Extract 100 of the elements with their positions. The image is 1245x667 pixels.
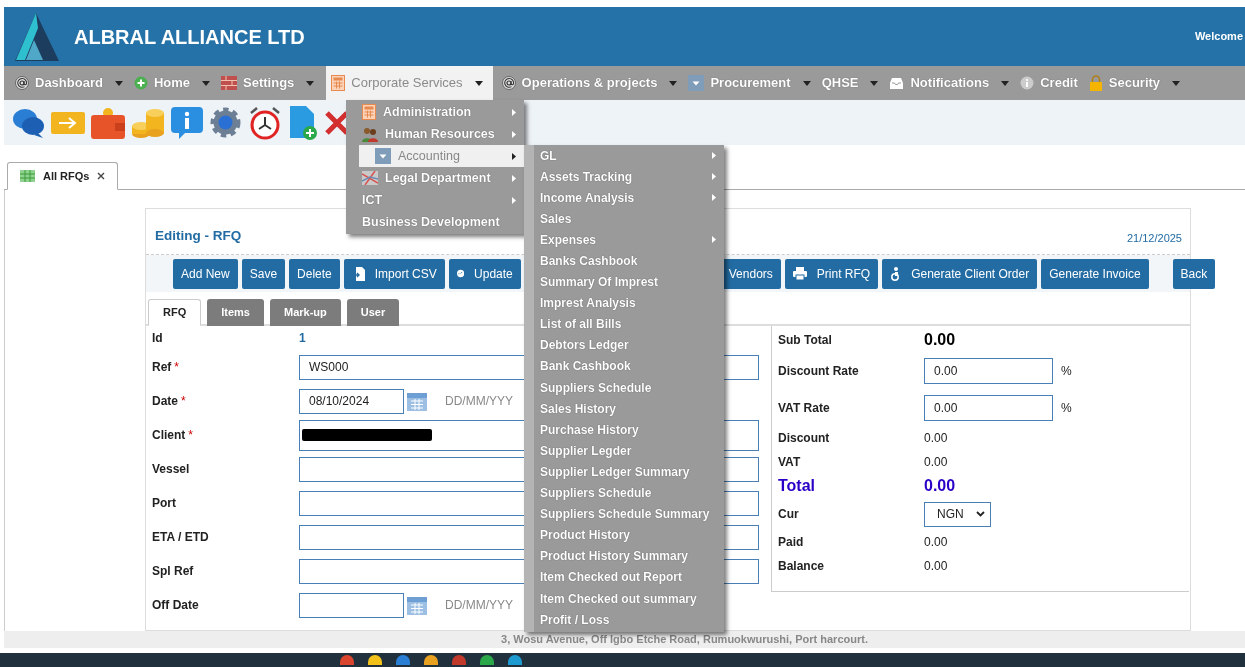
summary-label: VAT Rate	[778, 399, 831, 417]
calculator-icon	[331, 75, 346, 91]
menu-item[interactable]: Income Analysis	[534, 187, 724, 209]
welcome-text: Welcome	[1194, 29, 1244, 45]
menu-item[interactable]: Business Development	[346, 211, 524, 233]
map-icon	[362, 171, 378, 185]
nav-menu-item[interactable]: Notifications	[884, 66, 1015, 100]
form-tab[interactable]: Items	[207, 299, 264, 326]
action-button[interactable]: Save	[241, 258, 286, 289]
field-label: Off Date	[152, 597, 199, 614]
menu-item[interactable]: Legal Department	[346, 167, 524, 189]
panel-title: Editing - RFQ	[155, 226, 242, 245]
menu-item[interactable]: Administration	[346, 101, 524, 123]
menu-item[interactable]: Product History Summary	[534, 545, 724, 567]
action-button[interactable]: Import CSV	[343, 258, 445, 289]
date-field[interactable]: 08/10/2024	[299, 388, 404, 414]
printer-icon	[792, 267, 807, 280]
menu-item[interactable]: Imprest Analysis	[534, 292, 724, 314]
summary-value: 0.00	[924, 330, 956, 350]
percent-sign: %	[1061, 399, 1072, 417]
dropdown-icon	[375, 148, 391, 164]
document-tab[interactable]: All RFQs	[7, 162, 119, 190]
required-asterisk: *	[181, 393, 186, 410]
nav-menu-item[interactable]: Corporate Services	[326, 66, 493, 100]
nav-menu-item[interactable]: Settings	[216, 66, 320, 100]
menu-item[interactable]: Supplier Legder	[534, 440, 724, 462]
menu-item[interactable]: Accounting	[359, 145, 524, 167]
nav-menu-item[interactable]: Dashboard	[10, 66, 128, 100]
field-label: Port	[152, 495, 176, 512]
taskbar-app-icon[interactable]	[396, 655, 410, 665]
taskbar-app-icon[interactable]	[368, 655, 382, 665]
summary-label: VAT	[778, 454, 802, 471]
rate-field[interactable]: 0.00	[924, 357, 1053, 384]
nav-menu-item[interactable]: Operations & projects	[496, 66, 683, 100]
field-label: Id	[152, 330, 163, 347]
nav-menu-item[interactable]: Credit	[1015, 66, 1083, 100]
panel-date: 21/12/2025	[1126, 230, 1182, 246]
action-button[interactable]: Update	[448, 258, 521, 289]
field-label: Spl Ref	[152, 563, 194, 580]
menu-item[interactable]: Profit / Loss	[534, 609, 724, 631]
dropdown-icon	[688, 75, 705, 91]
inbox-icon	[889, 76, 905, 90]
menu-item[interactable]: Purchase History	[534, 419, 724, 441]
summary-label: Cur	[778, 506, 800, 523]
percent-sign: %	[1061, 362, 1072, 380]
required-asterisk: *	[188, 427, 193, 444]
taskbar-app-icon[interactable]	[480, 655, 494, 665]
nav-menu-item[interactable]: Security	[1083, 66, 1186, 100]
wallet-icon[interactable]	[91, 106, 125, 139]
menu-item[interactable]: Suppliers Schedule	[534, 377, 724, 399]
menu-item[interactable]: Sales	[534, 208, 724, 230]
menu-item[interactable]: Bank Cashbook	[534, 355, 724, 378]
chevron-down-icon	[976, 511, 985, 517]
field-label: Client	[152, 427, 186, 444]
menu-item[interactable]: Assets Tracking	[534, 166, 724, 188]
menu-item[interactable]: Item Checked out Report	[534, 566, 724, 588]
menu-item[interactable]: GL	[534, 145, 724, 167]
summary-label: Sub Total	[778, 332, 833, 349]
summary-value: 0.00	[924, 430, 948, 447]
currency-select[interactable]: NGN	[924, 501, 991, 527]
brick-wall-icon	[221, 76, 238, 90]
action-button[interactable]: Add New	[173, 258, 238, 289]
menu-item[interactable]: Item Checked out summary	[534, 587, 724, 610]
person-icon	[890, 266, 902, 281]
menu-item[interactable]: Suppliers Schedule Summary	[534, 503, 724, 525]
chat-bubbles-icon[interactable]	[12, 106, 45, 139]
nav-menu-item[interactable]: Home	[128, 66, 216, 100]
close-icon[interactable]	[97, 172, 106, 180]
new-file-icon[interactable]	[288, 104, 318, 141]
form-tab[interactable]: RFQ	[148, 299, 202, 326]
menu-item[interactable]: Supplier Ledger Summary	[534, 461, 724, 483]
menu-item[interactable]: ICT	[346, 189, 524, 211]
action-button[interactable]: Generate Client Order	[882, 258, 1038, 289]
taskbar-app-icon[interactable]	[508, 655, 522, 665]
at-sign-icon	[501, 76, 516, 90]
date-field[interactable]	[299, 592, 404, 618]
field-label: ETA / ETD	[152, 529, 209, 546]
rate-field[interactable]: 0.00	[924, 394, 1053, 421]
action-button[interactable]: Print RFQ	[784, 258, 879, 289]
menu-item[interactable]: Sales History	[534, 398, 724, 420]
calendar-icon[interactable]	[407, 391, 427, 411]
menu-item[interactable]: Suppliers Schedule	[534, 482, 724, 504]
calendar-icon[interactable]	[407, 595, 427, 615]
menu-item[interactable]: Debtors Ledger	[534, 334, 724, 356]
field-label: Ref	[152, 359, 172, 376]
nav-menu-item[interactable]: Procurement	[683, 66, 816, 100]
menu-item[interactable]: List of all Bills	[534, 313, 724, 335]
nav-menu-item[interactable]: QHSE	[816, 66, 884, 100]
form-tab[interactable]: User	[346, 299, 400, 326]
form-tab[interactable]: Mark-up	[270, 299, 341, 326]
settings-icon[interactable]	[209, 106, 242, 139]
menu-item[interactable]: Product History	[534, 524, 724, 546]
action-button[interactable]: Delete	[289, 258, 340, 289]
alarm-clock-icon[interactable]	[248, 105, 282, 140]
menu-item[interactable]: Expenses	[534, 229, 724, 251]
menu-item[interactable]: Human Resources	[346, 123, 524, 145]
taskbar-app-icon[interactable]	[424, 655, 438, 665]
action-button[interactable]: Back	[1172, 258, 1216, 289]
info-bubble-icon[interactable]	[171, 106, 203, 139]
action-button[interactable]: Generate Invoice	[1041, 258, 1149, 289]
